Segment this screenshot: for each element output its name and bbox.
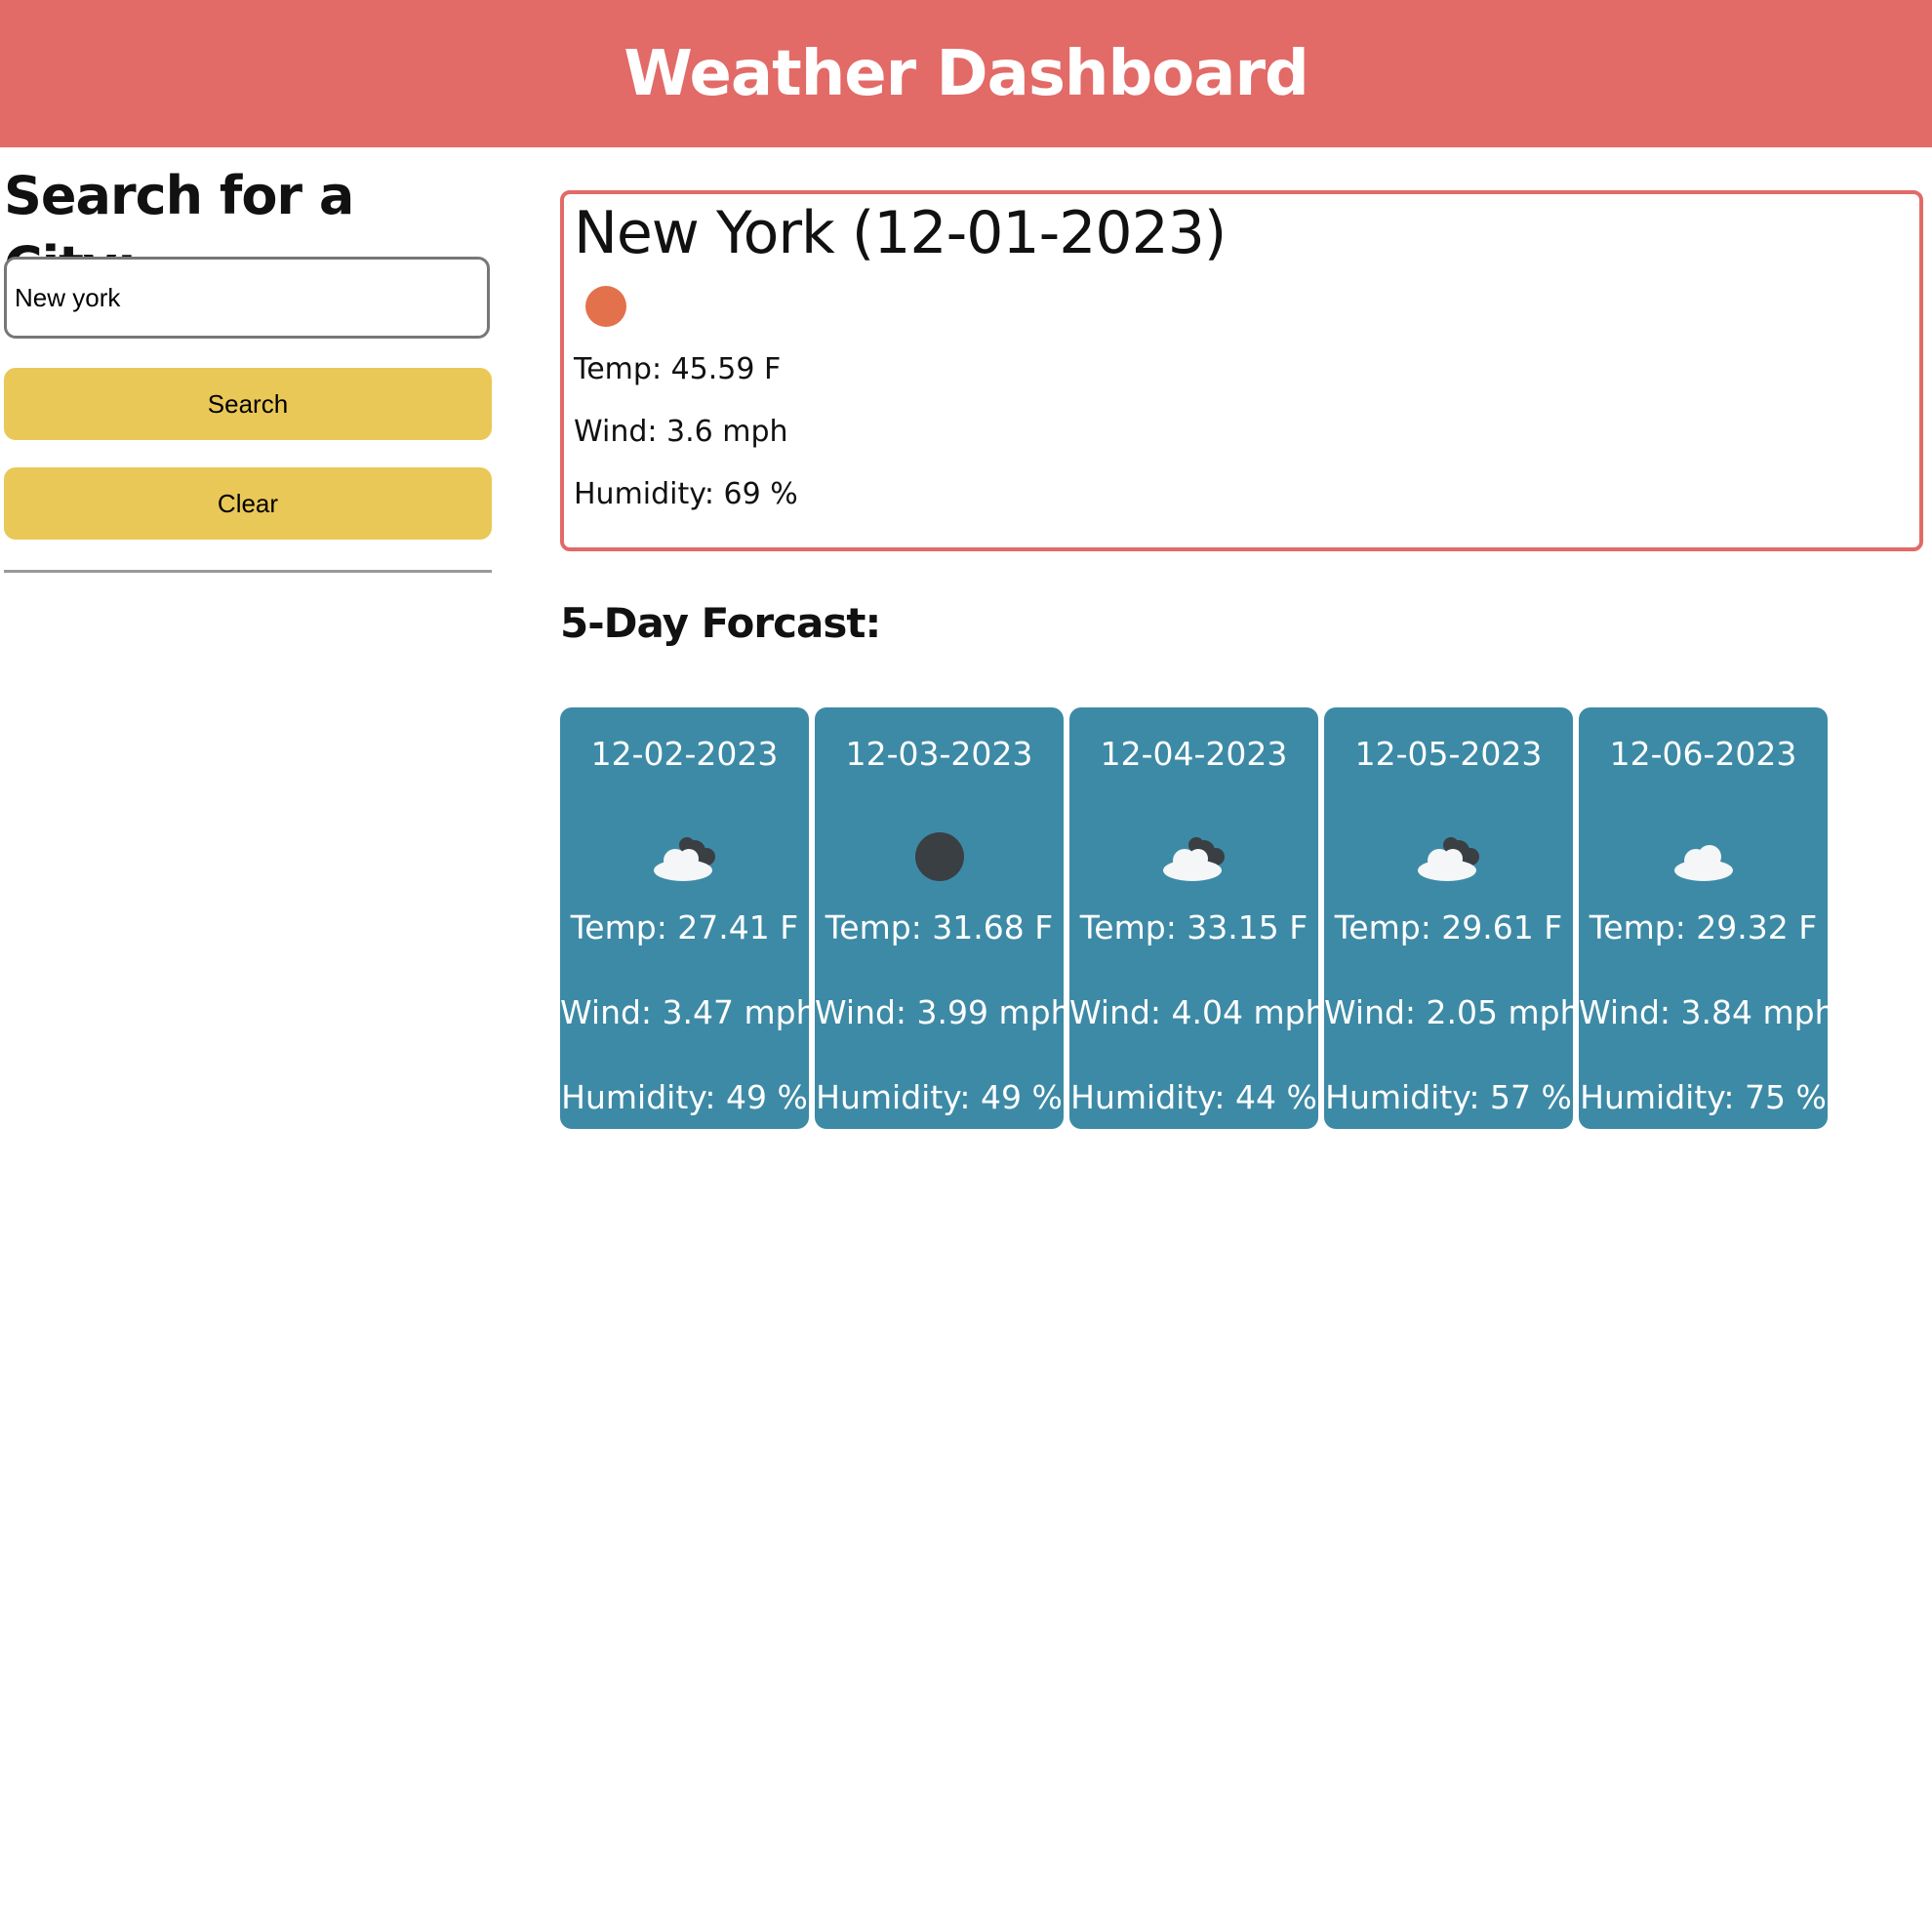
search-panel: Search for a City: Search Clear bbox=[4, 161, 492, 573]
forecast-temp: Temp: 27.41 F bbox=[570, 908, 799, 946]
forecast-wind: Wind: 3.99 mph bbox=[815, 993, 1071, 1031]
current-temp: Temp: 45.59 F bbox=[574, 352, 782, 386]
header-bar: Weather Dashboard bbox=[0, 0, 1932, 147]
partly-cloudy-icon bbox=[653, 837, 715, 881]
current-city-title: New York (12-01-2023) bbox=[574, 199, 1227, 267]
forecast-humidity: Humidity: 57 % bbox=[1325, 1078, 1572, 1116]
partly-cloudy-icon bbox=[1417, 837, 1479, 881]
forecast-wind: Wind: 2.05 mph bbox=[1324, 993, 1581, 1031]
forecast-date: 12-06-2023 bbox=[1609, 735, 1797, 773]
forecast-wind: Wind: 3.84 mph bbox=[1579, 993, 1835, 1031]
sun-icon bbox=[585, 286, 626, 327]
history-divider bbox=[4, 570, 492, 573]
forecast-temp: Temp: 33.15 F bbox=[1079, 908, 1308, 946]
city-search-input[interactable] bbox=[4, 257, 490, 339]
forecast-card: 12-02-2023 Temp: 27.41 F Wind: 3.47 mph … bbox=[560, 707, 817, 1129]
moon-icon bbox=[914, 832, 964, 881]
forecast-humidity: Humidity: 44 % bbox=[1070, 1078, 1317, 1116]
forecast-date: 12-05-2023 bbox=[1354, 735, 1543, 773]
clear-button[interactable]: Clear bbox=[4, 467, 492, 540]
forecast-wind: Wind: 3.47 mph bbox=[560, 993, 817, 1031]
forecast-humidity: Humidity: 49 % bbox=[816, 1078, 1063, 1116]
forecast-date: 12-04-2023 bbox=[1100, 735, 1288, 773]
forecast-card: 12-05-2023 Temp: 29.61 F Wind: 2.05 mph … bbox=[1324, 707, 1581, 1129]
cloud-icon bbox=[1673, 845, 1733, 881]
forecast-card: 12-03-2023 Temp: 31.68 F Wind: 3.99 mph … bbox=[815, 707, 1071, 1129]
page-title: Weather Dashboard bbox=[624, 37, 1309, 110]
forecast-humidity: Humidity: 49 % bbox=[561, 1078, 808, 1116]
forecast-wind: Wind: 4.04 mph bbox=[1069, 993, 1326, 1031]
forecast-temp: Temp: 31.68 F bbox=[825, 908, 1054, 946]
forecast-heading: 5-Day Forcast: bbox=[560, 599, 881, 647]
forecast-humidity: Humidity: 75 % bbox=[1580, 1078, 1827, 1116]
current-humidity: Humidity: 69 % bbox=[574, 477, 798, 511]
search-button[interactable]: Search bbox=[4, 368, 492, 440]
current-weather-card: New York (12-01-2023) Temp: 45.59 F Wind… bbox=[560, 190, 1923, 551]
forecast-date: 12-03-2023 bbox=[845, 735, 1033, 773]
partly-cloudy-icon bbox=[1162, 837, 1225, 881]
current-wind: Wind: 3.6 mph bbox=[574, 415, 788, 449]
forecast-temp: Temp: 29.32 F bbox=[1589, 908, 1818, 946]
search-heading: Search for a City: bbox=[4, 165, 354, 297]
forecast-card: 12-06-2023 Temp: 29.32 F Wind: 3.84 mph … bbox=[1579, 707, 1835, 1129]
forecast-date: 12-02-2023 bbox=[590, 735, 779, 773]
forecast-card: 12-04-2023 Temp: 33.15 F Wind: 4.04 mph … bbox=[1069, 707, 1326, 1129]
forecast-temp: Temp: 29.61 F bbox=[1334, 908, 1563, 946]
